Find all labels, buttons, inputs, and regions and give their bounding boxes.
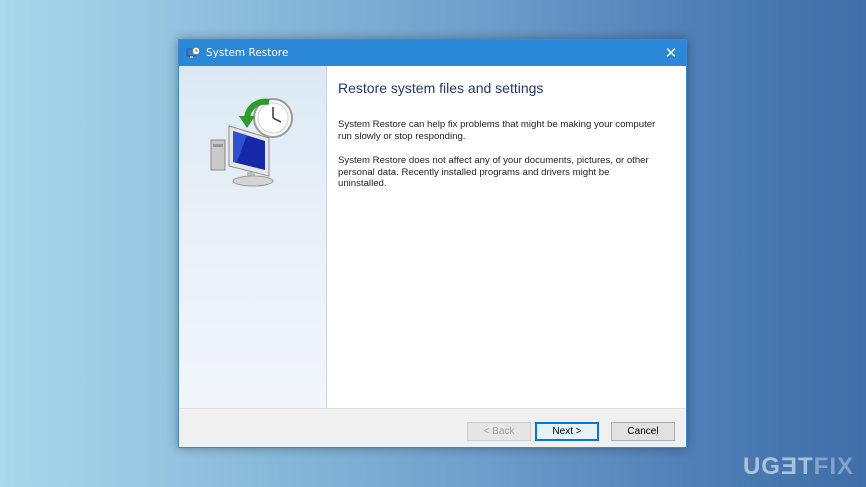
wizard-footer: < Back Next > Cancel <box>179 408 686 447</box>
cancel-button[interactable]: Cancel <box>611 422 675 441</box>
next-button[interactable]: Next > <box>535 422 599 441</box>
description-paragraph-1: System Restore can help fix problems tha… <box>338 119 656 142</box>
description-paragraph-2: System Restore does not affect any of yo… <box>338 155 649 190</box>
window-title: System Restore <box>206 47 289 59</box>
close-button[interactable]: ✕ <box>656 40 686 66</box>
watermark-e: Ǝ <box>780 453 798 480</box>
system-restore-icon <box>186 47 200 58</box>
wizard-sidebar <box>179 66 327 409</box>
page-title: Restore system files and settings <box>338 80 544 96</box>
watermark-t: T <box>797 453 814 480</box>
watermark-prefix: UG <box>742 453 781 480</box>
system-restore-window: System Restore ✕ Restore system files an… <box>178 39 687 448</box>
back-button[interactable]: < Back <box>467 422 531 441</box>
watermark-fix: FIX <box>813 453 854 480</box>
watermark-logo: UGƎTFIX <box>743 453 854 481</box>
wizard-content: Restore system files and settings System… <box>179 66 686 409</box>
wizard-main: Restore system files and settings System… <box>338 66 674 190</box>
close-icon: ✕ <box>664 44 678 62</box>
system-restore-computer-clock-icon <box>210 98 293 187</box>
title-bar[interactable]: System Restore ✕ <box>179 40 686 66</box>
